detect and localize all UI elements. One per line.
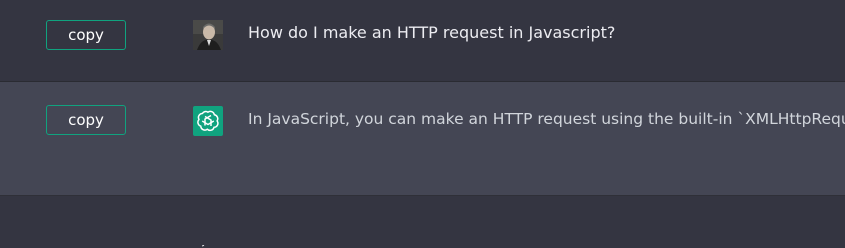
assistant-avatar <box>193 106 223 136</box>
user-avatar <box>193 20 223 50</box>
assistant-message-line: In JavaScript, you can make an HTTP requ… <box>248 110 845 128</box>
assistant-message-row: copy In JavaScript, you can make an HTTP… <box>0 82 845 247</box>
copy-button-assistant[interactable]: copy <box>46 105 126 135</box>
conversation-bottom-area <box>0 196 845 245</box>
user-message-row: copy How do I make an HTTP request in Ja… <box>0 0 845 82</box>
user-message-text: How do I make an HTTP request in Javascr… <box>248 23 616 42</box>
user-photo-icon <box>193 20 223 50</box>
copy-button-user[interactable]: copy <box>46 20 126 50</box>
openai-logo-icon <box>197 110 219 132</box>
assistant-message-text: In JavaScript, you can make an HTTP requ… <box>248 110 845 128</box>
